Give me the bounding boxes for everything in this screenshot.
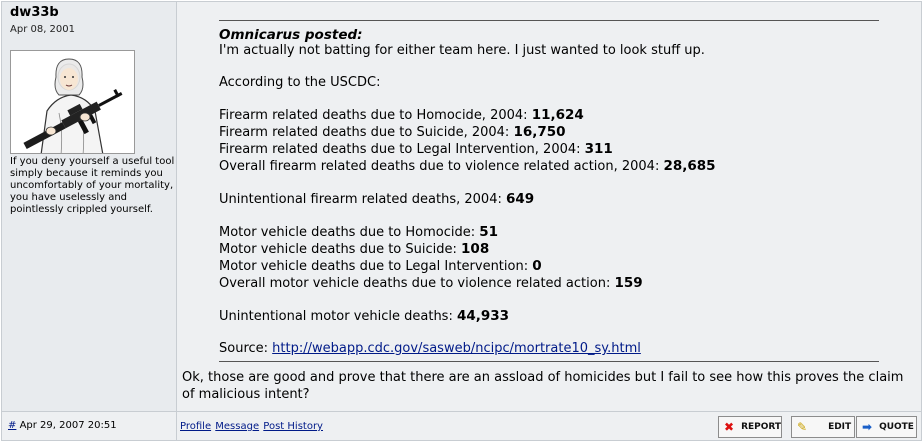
forum-post: dw33b Apr 08, 2001 If you deny yourself … [1, 1, 922, 441]
post-body: Omnicarus posted: I'm actually not batti… [178, 2, 921, 411]
post-date-cell: # Apr 29, 2007 20:51 [2, 412, 177, 441]
user-info-panel: dw33b Apr 08, 2001 If you deny yourself … [2, 2, 177, 411]
quote-button[interactable]: ➡ QUOTE [856, 416, 917, 438]
edit-button[interactable]: ✎ EDIT [791, 416, 855, 438]
permalink[interactable]: # [8, 420, 16, 431]
stat-line: Motor vehicle deaths due to Suicide: 108 [219, 241, 490, 257]
user-links: Profile Message Post History [180, 421, 324, 432]
user-signature: If you deny yourself a useful tool simpl… [10, 156, 175, 215]
quote-block: Omnicarus posted: I'm actually not batti… [219, 20, 879, 362]
report-button[interactable]: ✖ REPORT [718, 416, 782, 438]
arrow-right-icon: ➡ [862, 420, 873, 434]
post-history-link[interactable]: Post History [263, 421, 323, 432]
profile-link[interactable]: Profile [180, 421, 211, 432]
report-x-icon: ✖ [724, 420, 735, 434]
stat-line: Motor vehicle deaths due to Homocide: 51 [219, 224, 499, 240]
stat-line: Unintentional motor vehicle deaths: 44,9… [219, 308, 510, 324]
reply-text: Ok, those are good and prove that there … [182, 370, 904, 402]
quote-intro: I'm actually not batting for either team… [219, 43, 705, 58]
stat-line: Firearm related deaths due to Legal Inte… [219, 141, 613, 157]
source-line: Source: http://webapp.cdc.gov/sasweb/nci… [219, 341, 641, 356]
stat-line: Firearm related deaths due to Homocide, … [219, 107, 584, 123]
avatar-illustration [23, 58, 123, 153]
user-avatar [10, 50, 135, 154]
quote-according: According to the USCDC: [219, 75, 381, 90]
stat-line: Unintentional firearm related deaths, 20… [219, 191, 535, 207]
quote-author: Omnicarus posted: [219, 27, 363, 43]
post-footer: # Apr 29, 2007 20:51 Profile Message Pos… [2, 411, 921, 441]
pencil-icon: ✎ [797, 420, 808, 434]
source-link[interactable]: http://webapp.cdc.gov/sasweb/ncipc/mortr… [272, 341, 641, 356]
message-link[interactable]: Message [215, 421, 259, 432]
stat-line: Firearm related deaths due to Suicide, 2… [219, 124, 566, 140]
username[interactable]: dw33b [10, 5, 168, 21]
stat-line: Overall motor vehicle deaths due to viol… [219, 275, 643, 291]
join-date: Apr 08, 2001 [10, 24, 76, 35]
post-date: Apr 29, 2007 20:51 [19, 420, 117, 431]
stat-line: Motor vehicle deaths due to Legal Interv… [219, 258, 542, 274]
stat-line: Overall firearm related deaths due to vi… [219, 158, 716, 174]
